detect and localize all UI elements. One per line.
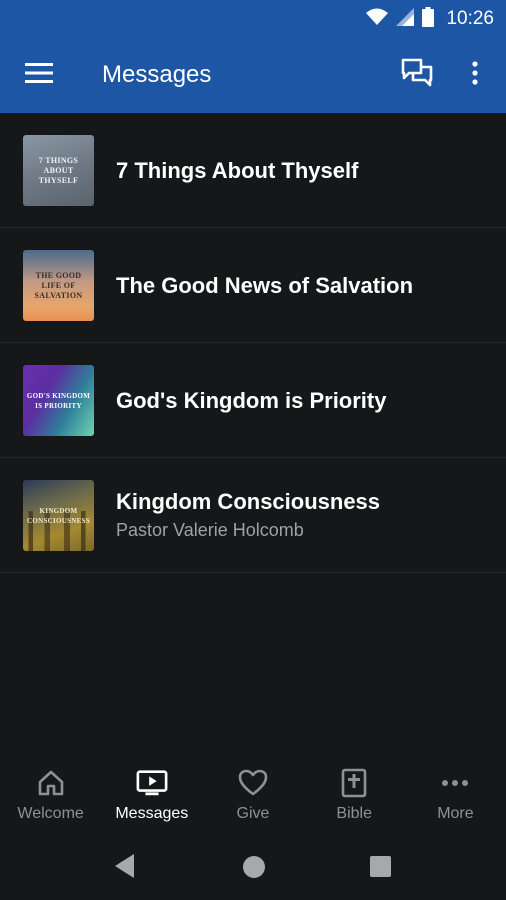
nav-label: Bible (336, 805, 372, 822)
nav-item-bible[interactable]: Bible (304, 755, 405, 835)
message-thumbnail: KINGDOM CONSCIOUSNESS (23, 480, 94, 551)
thumbnail-text: THE GOOD LIFE OF SALVATION (34, 270, 83, 300)
cell-signal-icon (396, 7, 415, 31)
list-item[interactable]: THE GOOD LIFE OF SALVATION The Good News… (0, 228, 506, 343)
message-title: God's Kingdom is Priority (116, 388, 387, 413)
hamburger-menu-icon (25, 62, 53, 89)
battery-icon (422, 6, 435, 32)
message-title: 7 Things About Thyself (116, 158, 359, 183)
home-circle-icon[interactable] (243, 856, 265, 878)
nav-label: Messages (115, 805, 189, 822)
list-item[interactable]: GOD'S KINGDOM IS PRIORITY God's Kingdom … (0, 343, 506, 458)
heart-icon (237, 767, 269, 799)
chat-button[interactable] (398, 56, 436, 94)
app-bar: Messages (0, 38, 506, 113)
message-speaker: Pastor Valerie Holcomb (116, 520, 304, 540)
more-vertical-icon (472, 60, 478, 90)
home-icon (35, 767, 67, 799)
thumbnail-text: 7 THINGS ABOUT THYSELF (38, 155, 79, 185)
message-thumbnail: GOD'S KINGDOM IS PRIORITY (23, 365, 94, 436)
overflow-menu-button[interactable] (460, 56, 490, 94)
back-icon[interactable] (114, 853, 136, 884)
chat-bubbles-icon (401, 58, 433, 93)
nav-label: More (437, 805, 474, 822)
nav-item-more[interactable]: More (405, 755, 506, 835)
page-title: Messages (102, 61, 212, 88)
status-bar: 10:26 (0, 0, 506, 38)
message-thumbnail: 7 THINGS ABOUT THYSELF (23, 135, 94, 206)
nav-item-give[interactable]: Give (202, 755, 303, 835)
wifi-icon (366, 8, 389, 31)
bible-icon (338, 767, 370, 799)
nav-label: Welcome (17, 805, 84, 822)
message-list: 7 THINGS ABOUT THYSELF 7 Things About Th… (0, 113, 506, 573)
recent-apps-icon[interactable] (370, 856, 391, 877)
message-thumbnail: THE GOOD LIFE OF SALVATION (23, 250, 94, 321)
nav-item-messages[interactable]: Messages (101, 755, 202, 835)
bottom-navigation: Welcome Messages Give Bible More (0, 755, 506, 835)
message-title: Kingdom Consciousness (116, 489, 381, 514)
thumbnail-text: GOD'S KINGDOM IS PRIORITY (26, 391, 91, 410)
more-dots-icon (439, 767, 471, 799)
tv-play-icon (136, 767, 168, 799)
list-item[interactable]: 7 THINGS ABOUT THYSELF 7 Things About Th… (0, 113, 506, 228)
menu-button[interactable] (22, 60, 56, 90)
message-title: The Good News of Salvation (116, 273, 414, 298)
nav-label: Give (236, 805, 270, 822)
nav-item-welcome[interactable]: Welcome (0, 755, 101, 835)
thumbnail-text: KINGDOM CONSCIOUSNESS (26, 506, 91, 525)
list-item[interactable]: KINGDOM CONSCIOUSNESS Kingdom Consciousn… (0, 458, 506, 573)
system-navigation-bar (0, 835, 506, 900)
status-time: 10:26 (446, 8, 494, 29)
